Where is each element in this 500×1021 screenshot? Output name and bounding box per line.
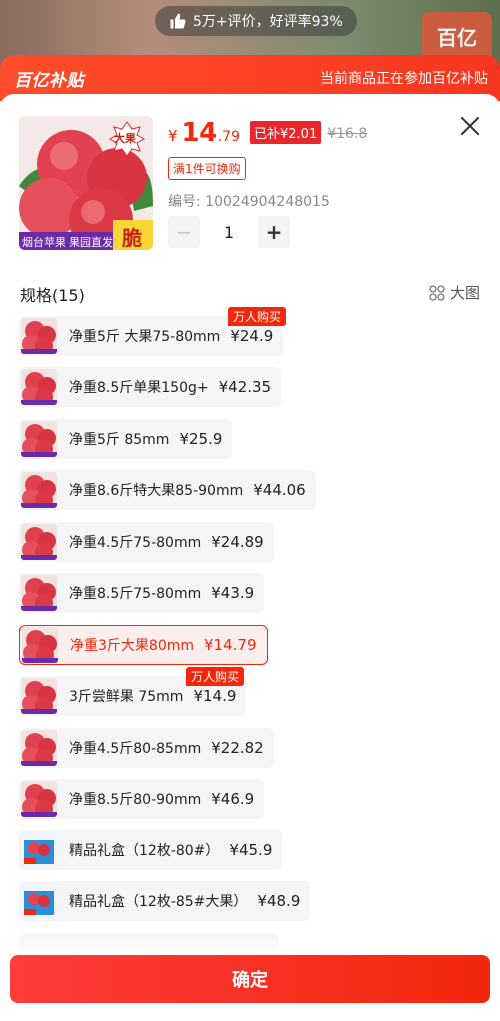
spec-option-name: 净重8.6斤特大果85-90mm [69,483,244,499]
spec-option-name: 净重4.5斤80-85mm [69,741,202,757]
spec-option-name: 精品礼盒（12枚-85#大果） [69,894,248,910]
spec-option[interactable]: 净重5斤 85mm ¥25.9 [19,419,233,459]
spec-option-price: ¥24.89 [211,533,264,551]
spec-option-price: ¥46.9 [211,790,255,808]
spec-option-name: 净重4.5斤75-80mm [69,535,202,551]
spec-thumbnail [21,472,57,508]
swap-purchase-tag: 满1件可换购 [168,157,246,180]
spec-thumbnail [21,318,57,354]
spec-option-name: 净重8.5斤75-80mm [69,586,202,602]
spec-thumbnail [21,369,57,405]
spec-option[interactable]: 净重8.5斤单果150g+ ¥42.35 [19,367,282,407]
spec-option[interactable]: 净重8.5斤80-90mm ¥46.9 [19,779,265,819]
subsidy-banner-text: 当前商品正在参加百亿补贴 [320,71,488,87]
quantity-value[interactable]: 1 [200,223,258,242]
spec-thumbnail [22,627,58,663]
product-image[interactable]: 大果 烟台苹果 果园直发 脆 [19,116,153,250]
price-row: ¥ 14 .79 已补¥2.01 ¥16.8 [168,118,367,148]
origin-tag: 烟台苹果 [22,236,66,249]
hot-sale-badge: 万人购买 [228,307,287,326]
sku-number: 编号: 10024904248015 [168,194,330,210]
spec-option-price: ¥25.9 [179,430,223,448]
spec-thumbnail [21,678,57,714]
spec-option-name: 3斤尝鲜果 75mm [69,689,184,705]
thumbs-up-icon [170,13,186,29]
spec-option[interactable]: 净重8.5斤75-80mm ¥43.9 [19,573,265,613]
spec-option[interactable]: 精品礼盒（12枚-85#大果） ¥48.9 [19,881,311,921]
spec-option-price: ¥42.35 [218,378,272,396]
spec-thumbnail [21,575,57,611]
spec-thumbnail [21,730,57,766]
spec-thumbnail [21,832,57,868]
price-integer: 14 [181,118,218,148]
grid-icon [429,284,445,301]
decrease-button[interactable]: − [168,216,200,248]
spec-thumbnail [21,524,57,560]
spec-option-name: 净重8.5斤80-90mm [69,792,202,808]
review-summary-pill: 5万+评价，好评率93% [155,6,357,36]
crisp-tag: 脆 [122,226,142,250]
spec-option-name: 净重5斤 大果75-80mm [69,329,221,345]
spec-option-price: ¥14.79 [204,636,257,654]
spec-thumbnail [21,421,57,457]
spec-option-name: 净重5斤 85mm [69,432,170,448]
big-picture-label: 大图 [449,284,480,302]
spec-option[interactable]: 净重3斤大果80mm ¥14.79 [19,625,268,665]
spec-option-price: ¥22.82 [211,739,264,757]
spec-option-name: 净重8.5斤单果150g+ [69,380,209,396]
close-icon[interactable] [458,114,482,138]
spec-title: 规格(15) [20,286,85,305]
spec-option-name: 净重3斤大果80mm [70,638,194,654]
spec-option-price: ¥43.9 [211,584,255,602]
hot-sale-badge: 万人购买 [186,667,245,686]
spec-option-price: ¥44.06 [253,481,306,499]
spec-option-price: ¥24.9 [230,327,274,345]
increase-button[interactable]: + [258,216,290,248]
quantity-stepper: − 1 + [168,216,290,248]
spec-option[interactable]: 净重4.5斤80-85mm ¥22.82 [19,728,274,768]
spec-option-price: ¥14.9 [193,687,237,705]
spec-option[interactable]: 净重4.5斤75-80mm ¥24.89 [19,522,274,562]
review-summary-text: 5万+评价，好评率93% [193,14,343,30]
subsidy-logo: 百亿补贴 [14,70,84,91]
confirm-button[interactable]: 确定 [10,955,490,1003]
spec-option[interactable]: 精品礼盒（12枚-80#） ¥45.9 [19,830,283,870]
spec-option-price: ¥45.9 [229,841,273,859]
price-currency: ¥ [168,127,178,145]
big-picture-toggle[interactable]: 大图 [429,282,480,303]
orchard-tag: 果园直发 [69,236,113,249]
original-price: ¥16.8 [327,126,368,142]
corner-subsidy-logo: 百亿 [422,12,492,60]
price-decimal: .79 [217,129,240,145]
spec-thumbnail [21,781,57,817]
spec-thumbnail [21,883,57,919]
spec-option-price: ¥48.9 [257,892,301,910]
spec-option-name: 精品礼盒（12枚-80#） [69,843,220,859]
big-fruit-badge: 大果 [114,132,136,145]
subsidy-badge: 已补¥2.01 [250,121,322,144]
spec-option[interactable]: 净重8.6斤特大果85-90mm ¥44.06 [19,470,316,510]
